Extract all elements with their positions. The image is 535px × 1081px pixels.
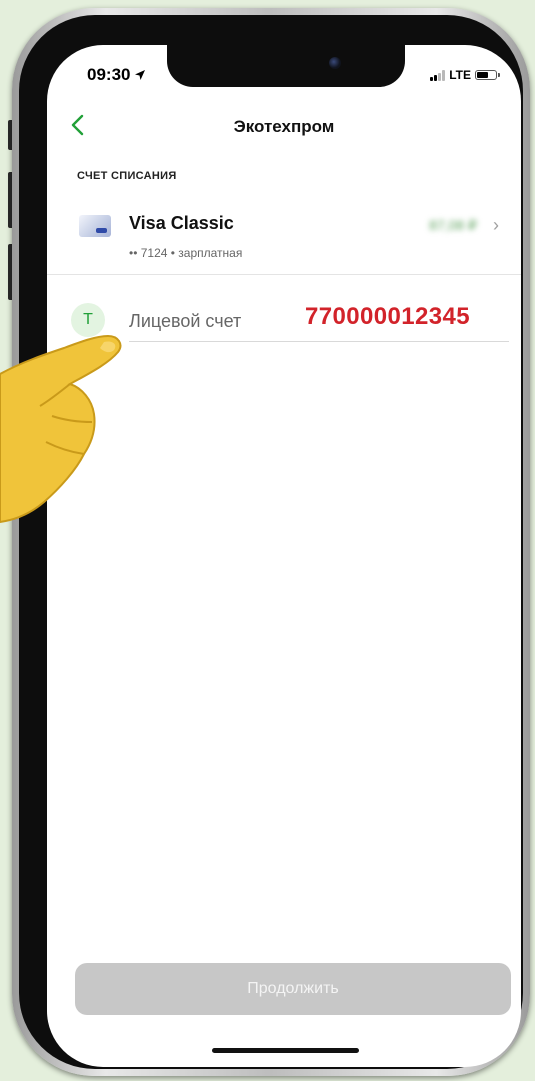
continue-button-label: Продолжить [247,980,339,997]
account-number-value: 770000012345 [305,303,470,330]
app-screen: 09:30 LTE Экотехпром СЧЕТ СПИСАНИЯ Visa … [47,45,521,1067]
pointing-hand-icon [0,334,122,524]
signal-icon [430,69,446,81]
front-camera [329,57,341,69]
account-number-label: Лицевой счет [129,311,242,331]
debit-account-section-label: СЧЕТ СПИСАНИЯ [77,170,177,182]
card-details: •• 7124 • зарплатная [129,246,243,260]
phone-notch [167,45,405,87]
field-underline [129,341,509,342]
status-time-text: 09:30 [87,65,131,84]
battery-icon [475,70,500,80]
card-balance: 87,08 ₽ [429,217,477,233]
page-title: Экотехпром [233,117,335,136]
location-arrow-icon [135,70,146,80]
phone-frame: 09:30 LTE Экотехпром СЧЕТ СПИСАНИЯ Visa … [12,8,530,1076]
card-name: Visa Classic [129,213,234,233]
card-icon [79,215,111,237]
debit-card-selector[interactable]: Visa Classic •• 7124 • зарплатная 87,08 … [47,201,521,273]
home-indicator [212,1048,359,1053]
status-bar-time: 09:30 [87,65,146,85]
section-divider [47,274,521,275]
phone-bezel: 09:30 LTE Экотехпром СЧЕТ СПИСАНИЯ Visa … [19,15,523,1069]
network-type-label: LTE [449,68,471,82]
continue-button[interactable]: Продолжить [75,963,511,1015]
chevron-right-icon: › [493,215,499,235]
status-bar-indicators: LTE [430,68,500,82]
